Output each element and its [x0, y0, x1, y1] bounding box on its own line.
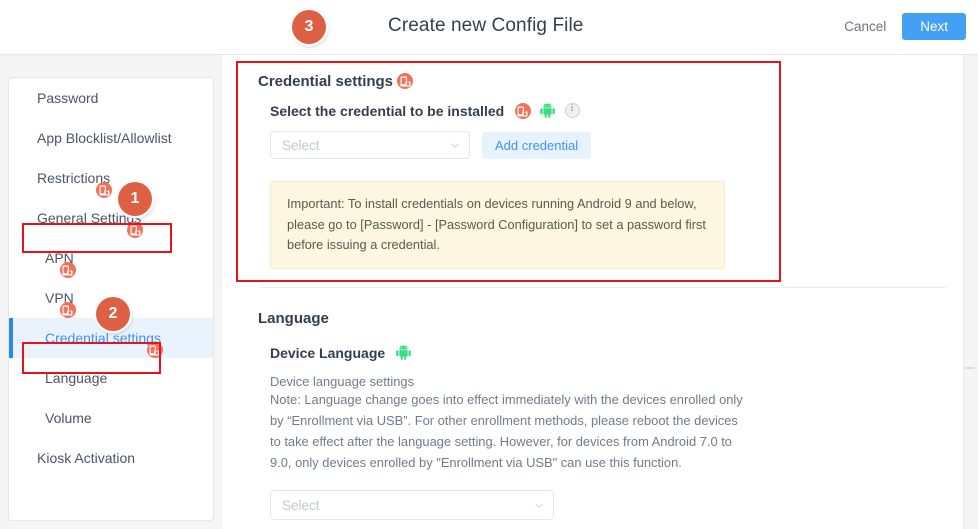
credential-select-row: Select Add credential	[270, 131, 592, 159]
page-title: Create new Config File	[388, 15, 584, 36]
page-header: Create new Config File Cancel Next	[0, 0, 978, 55]
language-section-title: Language	[258, 310, 329, 327]
device-lock-icon	[514, 103, 531, 119]
sidebar-item-password[interactable]: Password	[9, 78, 213, 118]
language-select-value: Select	[282, 497, 320, 513]
chevron-down-icon	[535, 503, 543, 508]
sidebar-item-language[interactable]: Language	[9, 358, 213, 398]
header-actions: Cancel Next	[842, 13, 966, 40]
device-lock-icon	[59, 262, 76, 278]
device-lock-icon	[146, 342, 163, 358]
annotation-badge-2: 2	[96, 297, 130, 331]
annotation-badge-1: 1	[118, 182, 152, 216]
sidebar-item-general-settings[interactable]: General Settings	[9, 198, 213, 238]
sidebar-item-app-blocklist-allowlist[interactable]: App Blocklist/Allowlist	[9, 118, 213, 158]
sidebar-item-volume[interactable]: Volume	[9, 398, 213, 438]
sidebar-item-label: App Blocklist/Allowlist	[37, 130, 172, 146]
credential-settings-title-row: Credential settings	[258, 73, 414, 91]
scrollbar-thumb[interactable]	[965, 367, 975, 369]
add-credential-button[interactable]: Add credential	[482, 131, 592, 159]
next-button[interactable]: Next	[902, 13, 966, 40]
section-divider	[260, 287, 946, 288]
credential-select[interactable]: Select	[270, 131, 470, 159]
sidebar-item-kiosk-activation[interactable]: Kiosk Activation	[9, 438, 213, 478]
annotation-badge-3: 3	[292, 10, 326, 44]
credential-select-value: Select	[282, 137, 320, 153]
credential-notice: Important: To install credentials on dev…	[270, 181, 725, 270]
language-select[interactable]: Select	[270, 490, 554, 520]
android-icon	[540, 103, 555, 118]
content-pane: Credential settings Select the credentia…	[222, 55, 978, 529]
sidebar-item-label: Password	[37, 90, 99, 106]
scrollbar-track[interactable]	[964, 55, 978, 529]
cancel-button[interactable]: Cancel	[842, 15, 888, 38]
sidebar-item-label: Volume	[45, 410, 92, 426]
language-field-label: Device Language	[270, 345, 386, 361]
sidebar-item-label: Credential settings	[45, 330, 161, 346]
chevron-down-icon	[451, 143, 459, 148]
sidebar-pane: Password App Blocklist/Allowlist Restricti…	[0, 55, 222, 529]
content-frame: Credential settings Select the credentia…	[222, 55, 964, 529]
sidebar-item-restrictions[interactable]: Restrictions	[9, 158, 213, 198]
sidebar-item-apn[interactable]: APN	[9, 238, 213, 278]
sidebar-item-label: Language	[45, 370, 108, 386]
language-note: Note: Language change goes into effect i…	[270, 392, 743, 470]
android-icon	[395, 345, 411, 360]
device-lock-icon	[96, 182, 113, 198]
device-lock-icon	[127, 222, 144, 238]
credential-field-label-row: Select the credential to be installed	[270, 103, 580, 121]
credential-field-label: Select the credential to be installed	[270, 103, 505, 119]
language-field-label-row: Device Language	[270, 345, 411, 363]
app-root: Create new Config File Cancel Next Passw…	[0, 0, 978, 529]
info-icon[interactable]	[564, 103, 580, 118]
sidebar-item-label: Kiosk Activation	[37, 450, 136, 466]
device-lock-icon	[397, 73, 414, 89]
device-lock-icon	[59, 302, 76, 318]
credential-settings-title: Credential settings	[258, 73, 394, 90]
